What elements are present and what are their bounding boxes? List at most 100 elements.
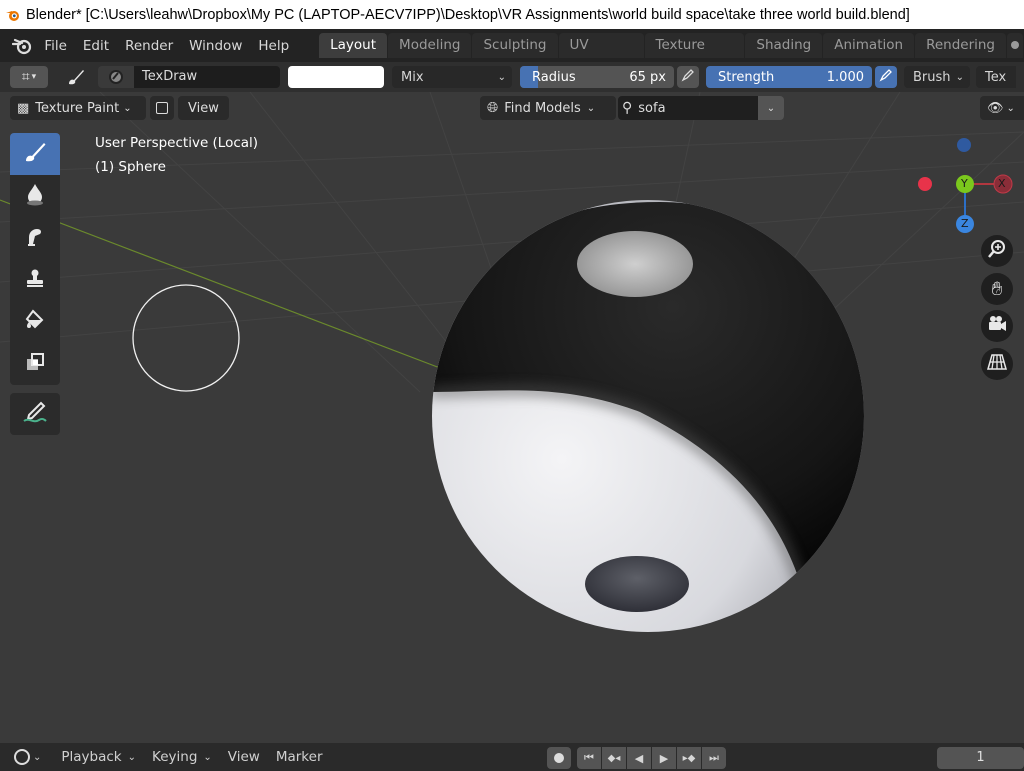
brush-menu-label: Brush bbox=[913, 69, 951, 85]
viewport-scene bbox=[0, 92, 1024, 743]
annotate-pencil-icon bbox=[21, 399, 49, 429]
texture-menu-label: Tex bbox=[985, 69, 1007, 85]
mask-icon bbox=[24, 351, 46, 377]
strength-slider[interactable]: Strength 1.000 bbox=[706, 66, 872, 88]
pivot-icon: ⌗ bbox=[21, 69, 30, 85]
playback-label: Playback bbox=[61, 749, 122, 765]
chevron-down-icon: ▾ bbox=[31, 72, 37, 82]
smear-icon bbox=[23, 224, 47, 252]
tool-clone[interactable] bbox=[10, 259, 60, 301]
gizmo-y-label: Y bbox=[961, 177, 968, 190]
visibility-dropdown[interactable]: 👁︎ ⌄ bbox=[980, 96, 1024, 120]
keying-menu[interactable]: Keying ⌄ bbox=[144, 749, 220, 765]
menu-render[interactable]: Render bbox=[117, 34, 181, 58]
tool-soften[interactable] bbox=[10, 175, 60, 217]
tab-modeling[interactable]: Modeling bbox=[388, 33, 472, 58]
jump-start-button[interactable]: ⏮︎ bbox=[577, 747, 601, 769]
next-keyframe-button[interactable]: ▸◆ bbox=[677, 747, 701, 769]
square-icon bbox=[156, 102, 168, 114]
current-frame-field[interactable]: 1 bbox=[937, 747, 1024, 769]
menu-file[interactable]: File bbox=[36, 34, 75, 58]
playback-menu[interactable]: Playback ⌄ bbox=[53, 749, 144, 765]
menu-edit[interactable]: Edit bbox=[75, 34, 117, 58]
blender-menu-icon[interactable] bbox=[7, 29, 36, 62]
radius-value: 65 px bbox=[629, 69, 666, 85]
tab-uv-editing[interactable]: UV Editing bbox=[558, 33, 644, 78]
draw-brush-icon bbox=[22, 139, 48, 169]
tab-layout[interactable]: Layout bbox=[319, 33, 388, 58]
menu-window[interactable]: Window bbox=[181, 34, 250, 58]
tool-annotate[interactable] bbox=[10, 393, 60, 435]
record-button[interactable] bbox=[547, 747, 571, 769]
tab-overflow[interactable] bbox=[1007, 33, 1023, 58]
play-button[interactable]: ▶ bbox=[652, 747, 676, 769]
grid-perspective-icon bbox=[986, 352, 1008, 376]
search-input[interactable]: sofa bbox=[638, 101, 665, 116]
view-menu[interactable]: View bbox=[178, 96, 229, 120]
tab-animation[interactable]: Animation bbox=[823, 33, 915, 58]
timeline-view-menu[interactable]: View bbox=[220, 749, 268, 765]
play-reverse-button[interactable]: ◀ bbox=[627, 747, 651, 769]
playback-controls: ⏮︎ ◆◂ ◀ ▶ ▸◆ ⏭︎ bbox=[547, 747, 727, 769]
texture-menu-dropdown[interactable]: Tex bbox=[976, 66, 1016, 88]
overflow-icon bbox=[1011, 41, 1019, 49]
pen-pressure-icon bbox=[681, 68, 695, 86]
play-icon: ▶ bbox=[659, 751, 669, 765]
chevron-down-icon: ⌄ bbox=[203, 751, 212, 763]
tool-fill[interactable] bbox=[10, 301, 60, 343]
gizmo-z-label: Z bbox=[961, 217, 969, 230]
gizmo-x-label: X bbox=[998, 177, 1006, 190]
blend-mode-dropdown[interactable]: Mix ⌄ bbox=[392, 66, 512, 88]
ortho-perspective-button[interactable] bbox=[981, 348, 1013, 380]
record-icon bbox=[554, 753, 564, 763]
strength-label: Strength bbox=[718, 69, 775, 85]
find-models-dropdown[interactable]: 🌐︎ Find Models ⌄ bbox=[480, 96, 616, 120]
chevron-down-icon: ⌄ bbox=[955, 71, 964, 83]
marker-menu[interactable]: Marker bbox=[268, 749, 331, 765]
zoom-button[interactable] bbox=[981, 235, 1013, 267]
brush-menu-dropdown[interactable]: Brush ⌄ bbox=[904, 66, 970, 88]
tab-sculpting[interactable]: Sculpting bbox=[472, 33, 558, 58]
menu-help[interactable]: Help bbox=[250, 34, 297, 58]
tab-texture-paint[interactable]: Texture Paint bbox=[644, 33, 745, 78]
brush-color-swatch[interactable] bbox=[288, 66, 384, 88]
transform-pivot-dropdown[interactable]: ⌗ ▾ bbox=[10, 66, 48, 88]
camera-view-button[interactable] bbox=[981, 310, 1013, 342]
top-menu-bar: File Edit Render Window Help Layout Mode… bbox=[0, 29, 1024, 78]
tool-mask[interactable] bbox=[10, 343, 60, 385]
shading-toggle-button[interactable] bbox=[150, 96, 174, 120]
editor-type-dropdown[interactable]: ⌄ bbox=[6, 749, 49, 765]
brush-preview-icon[interactable] bbox=[98, 66, 134, 88]
paint-brush-icon[interactable] bbox=[64, 65, 88, 89]
viewport-header: ▩ Texture Paint ⌄ View 🌐︎ Find Models ⌄ … bbox=[0, 95, 1024, 121]
strength-value: 1.000 bbox=[826, 69, 864, 85]
jump-end-button[interactable]: ⏭︎ bbox=[702, 747, 726, 769]
strength-pressure-button[interactable] bbox=[875, 66, 897, 88]
find-models-label: Find Models bbox=[504, 100, 581, 116]
tool-smear[interactable] bbox=[10, 217, 60, 259]
model-search-box[interactable]: ⚲ sofa bbox=[618, 96, 758, 120]
chevron-down-icon: ⌄ bbox=[33, 751, 42, 763]
tool-header: ⌗ ▾ TexDraw Mix ⌄ Radius 65 px Strength … bbox=[0, 62, 1024, 92]
globe-icon: 🌐︎ bbox=[487, 100, 499, 116]
jump-start-icon: ⏮︎ bbox=[584, 751, 594, 764]
chevron-down-icon: ⌄ bbox=[497, 71, 506, 83]
texture-paint-mode-icon: ▩ bbox=[17, 100, 30, 116]
paint-bucket-icon bbox=[23, 308, 47, 336]
radius-slider[interactable]: Radius 65 px bbox=[520, 66, 674, 88]
3d-viewport[interactable]: X Y Z ▩ Texture Paint ⌄ View 🌐︎ Find Mod… bbox=[0, 92, 1024, 743]
pan-button[interactable]: ✋︎ bbox=[981, 273, 1013, 305]
tool-draw[interactable] bbox=[10, 133, 60, 175]
tab-rendering[interactable]: Rendering bbox=[915, 33, 1006, 58]
clock-icon bbox=[14, 749, 30, 765]
brush-name-field[interactable]: TexDraw bbox=[134, 66, 280, 88]
droplet-icon bbox=[24, 182, 46, 210]
prev-keyframe-button[interactable]: ◆◂ bbox=[602, 747, 626, 769]
brush-selector: TexDraw bbox=[98, 66, 280, 88]
mode-dropdown[interactable]: ▩ Texture Paint ⌄ bbox=[10, 96, 146, 120]
workspace-tabs: Layout Modeling Sculpting UV Editing Tex… bbox=[319, 33, 1024, 78]
search-dropdown-button[interactable]: ⌄ bbox=[758, 96, 784, 120]
tab-shading[interactable]: Shading bbox=[745, 33, 823, 58]
radius-pressure-button[interactable] bbox=[677, 66, 699, 88]
radius-label: Radius bbox=[532, 69, 576, 85]
